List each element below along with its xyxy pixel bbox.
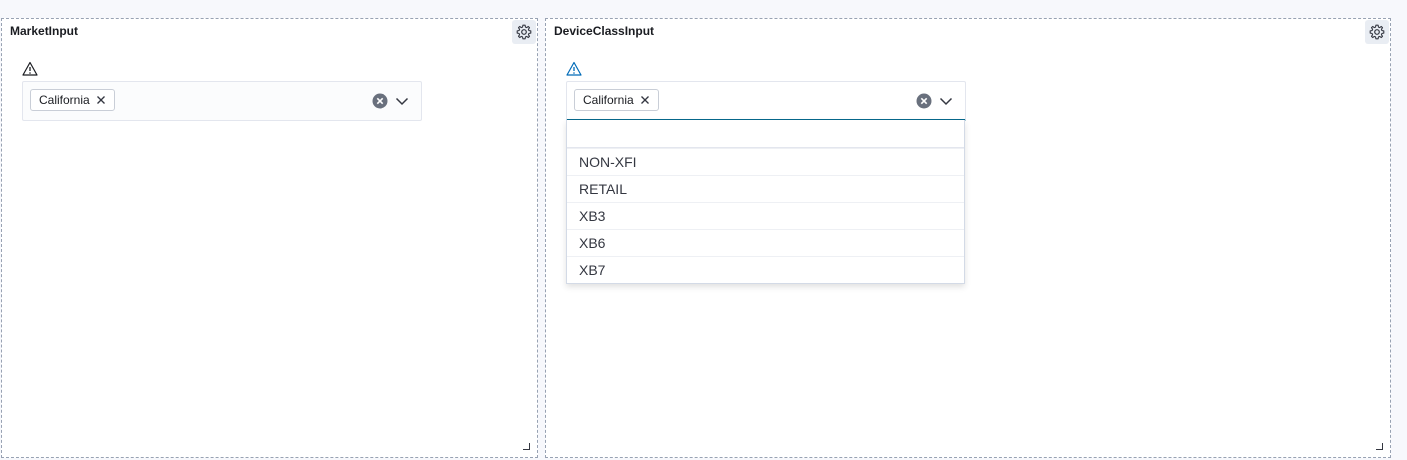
- selected-pill: California: [574, 89, 659, 111]
- selected-pill: California: [30, 89, 115, 111]
- pill-label: California: [583, 93, 634, 107]
- device-class-combo-box[interactable]: California: [566, 81, 966, 121]
- warning-icon: [22, 61, 38, 76]
- resize-handle[interactable]: [1376, 443, 1383, 450]
- settings-button[interactable]: [512, 20, 536, 44]
- remove-pill-button[interactable]: [96, 95, 106, 105]
- resize-handle[interactable]: [523, 443, 530, 450]
- close-icon: [96, 96, 105, 104]
- top-strip: [0, 0, 1407, 16]
- warning-icon: [566, 61, 582, 76]
- options-dropdown: NON-XFI RETAIL XB3 XB6 XB7: [566, 120, 965, 284]
- option-xb7[interactable]: XB7: [567, 256, 964, 283]
- gear-icon: [516, 24, 532, 40]
- clear-icon[interactable]: [916, 93, 932, 109]
- remove-pill-button[interactable]: [640, 95, 650, 105]
- panel-title: MarketInput: [10, 24, 79, 38]
- chevron-down-icon[interactable]: [938, 93, 954, 109]
- dropdown-search-row[interactable]: [567, 120, 964, 148]
- chevron-down-icon[interactable]: [394, 93, 410, 109]
- option-xb3[interactable]: XB3: [567, 202, 964, 229]
- option-non-xfi[interactable]: NON-XFI: [567, 148, 964, 175]
- option-retail[interactable]: RETAIL: [567, 175, 964, 202]
- pill-label: California: [39, 93, 90, 107]
- close-icon: [640, 96, 649, 104]
- market-combo-box[interactable]: California: [22, 81, 422, 121]
- panel-title: DeviceClassInput: [554, 24, 655, 38]
- clear-icon[interactable]: [372, 93, 388, 109]
- settings-button[interactable]: [1365, 20, 1389, 44]
- gear-icon: [1369, 24, 1385, 40]
- option-xb6[interactable]: XB6: [567, 229, 964, 256]
